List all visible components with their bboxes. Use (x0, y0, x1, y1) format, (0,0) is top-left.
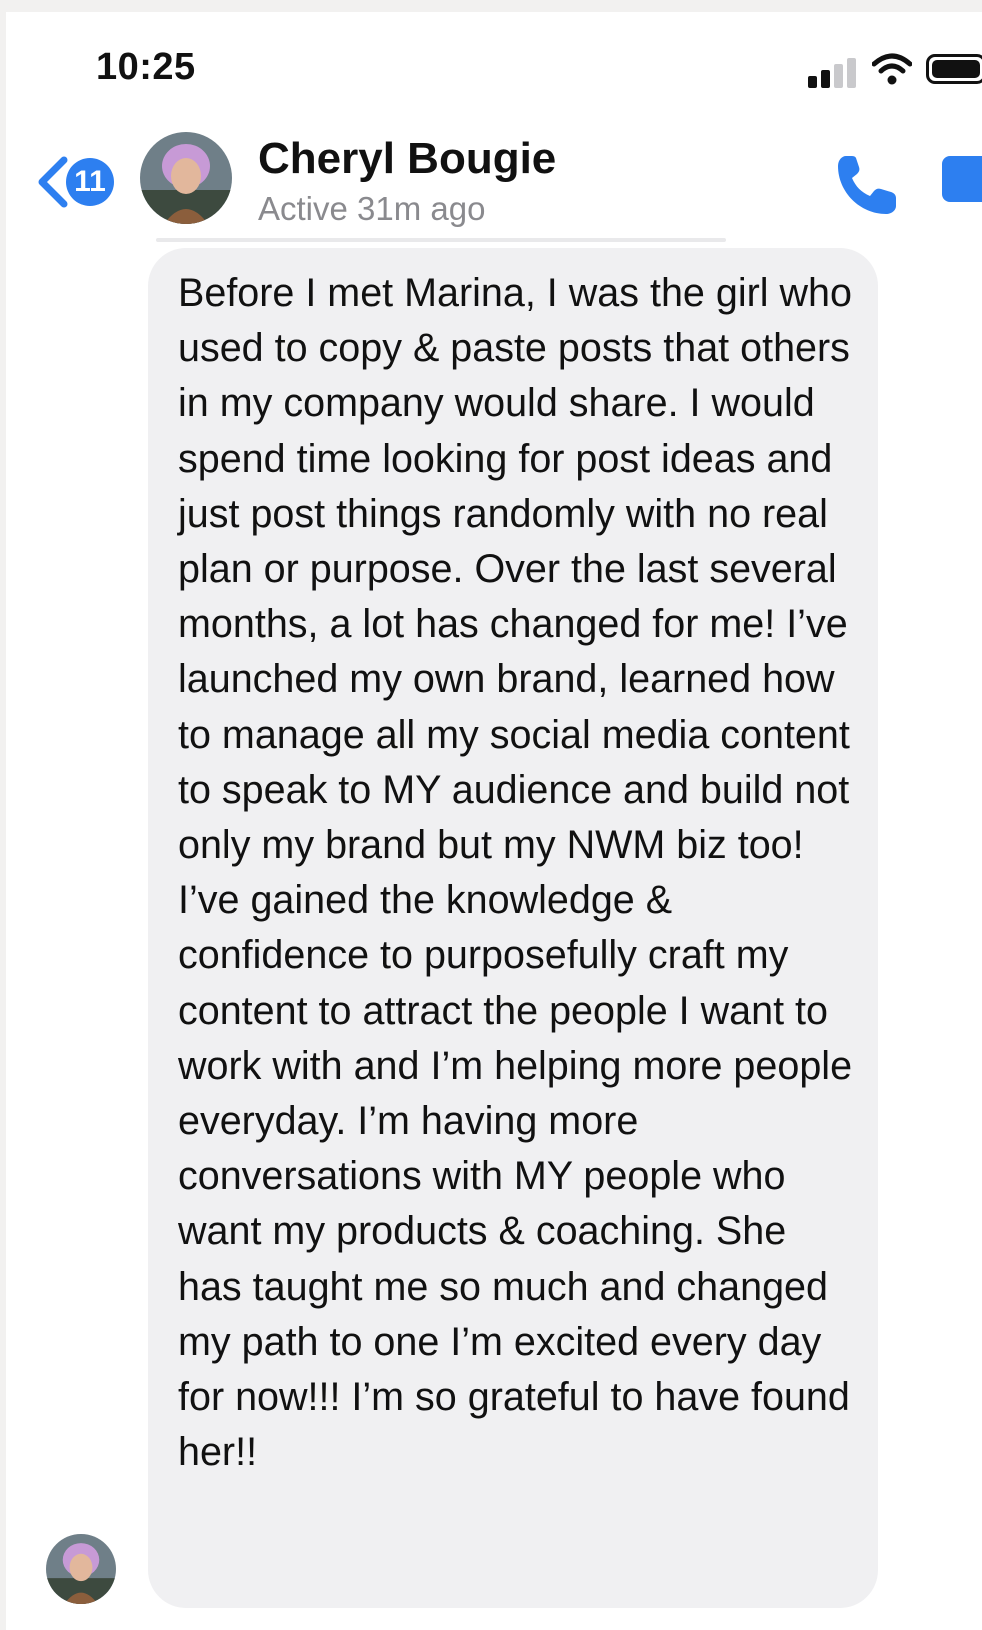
battery-icon (926, 54, 982, 84)
video-camera-icon[interactable] (942, 156, 982, 202)
phone-icon[interactable] (832, 150, 902, 220)
contact-avatar[interactable] (140, 132, 232, 224)
message-bubble[interactable]: Before I met Marina, I was the girl who … (148, 248, 878, 1608)
cellular-signal-icon (808, 56, 856, 88)
status-time: 10:25 (96, 46, 196, 88)
message-text: Before I met Marina, I was the girl who … (178, 271, 853, 1475)
contact-active-status: Active 31m ago (258, 190, 486, 227)
previous-message-edge (156, 238, 726, 242)
contact-name[interactable]: Cheryl Bougie (258, 134, 556, 184)
chevron-left-icon (38, 156, 68, 208)
messenger-screen: 10:25 11 Cheryl Bougie Active 31m ago Be… (6, 12, 982, 1630)
back-button[interactable]: 11 (36, 152, 116, 212)
unread-count-badge: 11 (66, 158, 114, 206)
sender-avatar[interactable] (46, 1534, 116, 1604)
wifi-icon (872, 53, 912, 85)
